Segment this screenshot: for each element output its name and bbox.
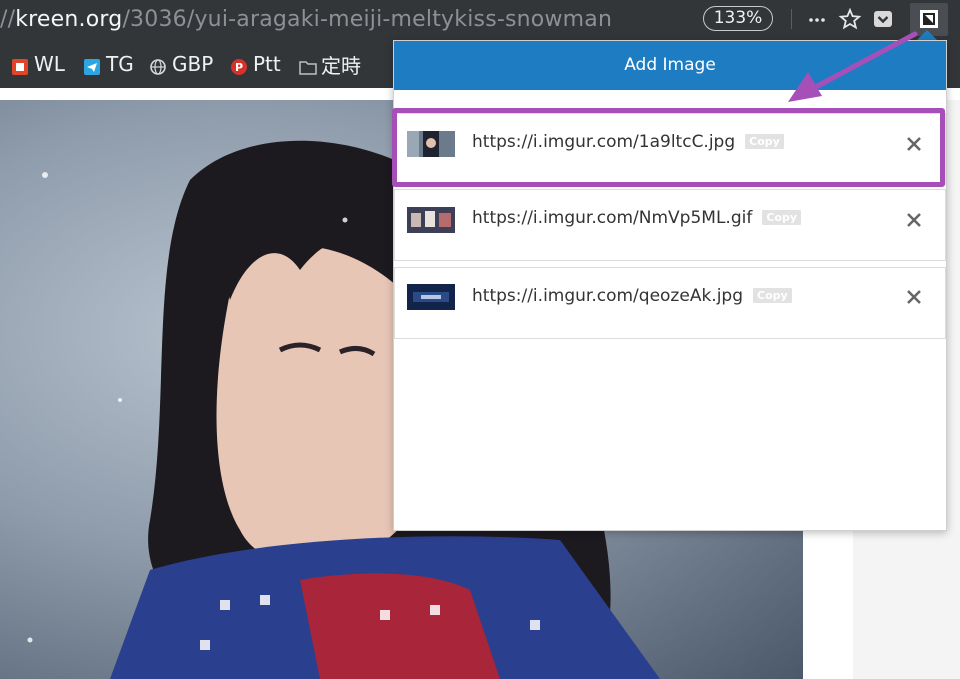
list-item[interactable]: https://i.imgur.com/qeozeAk.jpg Copy <box>394 267 946 339</box>
globe-icon <box>150 56 166 75</box>
list-item[interactable]: https://i.imgur.com/NmVp5ML.gif Copy <box>394 189 946 261</box>
bookmark-ptt[interactable]: P Ptt <box>231 52 281 76</box>
url-prefix: // <box>0 7 16 32</box>
copy-button[interactable]: Copy <box>762 210 802 225</box>
url-field[interactable]: //kreen.org/3036/yui-aragaki-meiji-melty… <box>0 2 612 38</box>
zoom-level-badge[interactable]: 133% <box>703 6 773 31</box>
bookmark-label: WL <box>34 52 65 76</box>
bookmark-folder[interactable]: 定時 <box>299 52 361 78</box>
wl-favicon <box>12 56 28 75</box>
url-host: kreen.org <box>15 7 123 32</box>
image-url: https://i.imgur.com/NmVp5ML.gif Copy <box>472 208 802 228</box>
bookmark-wl[interactable]: WL <box>12 52 65 76</box>
image-url-text: https://i.imgur.com/qeozeAk.jpg <box>472 286 743 306</box>
image-url-text: https://i.imgur.com/NmVp5ML.gif <box>472 208 753 228</box>
ptt-favicon: P <box>231 56 247 75</box>
tg-favicon <box>84 56 100 75</box>
annotation-arrow <box>788 31 918 102</box>
svg-text:P: P <box>235 61 243 74</box>
image-url: https://i.imgur.com/qeozeAk.jpg Copy <box>472 286 792 306</box>
bookmark-label: TG <box>106 52 134 76</box>
thumbnail-image <box>407 284 455 310</box>
close-icon[interactable] <box>905 211 923 229</box>
folder-icon <box>299 56 317 75</box>
url-path: /3036/yui-aragaki-meiji-meltykiss-snowma… <box>122 7 613 32</box>
thumbnail-image <box>407 207 455 233</box>
highlight-box <box>392 108 945 187</box>
bookmark-label: GBP <box>172 52 214 76</box>
bookmark-gbp[interactable]: GBP <box>150 52 213 76</box>
toolbar-divider <box>791 9 792 29</box>
bookmark-tg[interactable]: TG <box>84 52 134 76</box>
bookmark-label: 定時 <box>321 53 361 78</box>
copy-button[interactable]: Copy <box>753 288 792 303</box>
bookmark-label: Ptt <box>253 52 281 76</box>
close-icon[interactable] <box>905 288 923 306</box>
